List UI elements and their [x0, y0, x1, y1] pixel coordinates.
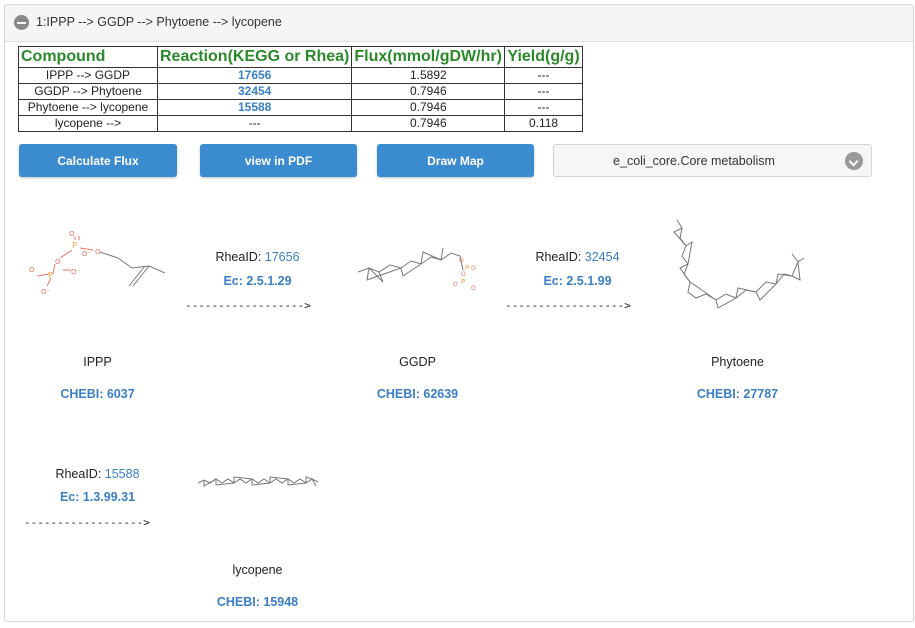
flux-cell: 0.7946: [351, 83, 506, 100]
lycopene-structure-image: [197, 476, 319, 487]
chebi-link[interactable]: CHEBI: 6037: [45, 387, 150, 401]
svg-text:O: O: [453, 281, 458, 288]
compound-name: IPPP: [83, 355, 112, 369]
table-row: Phytoene --> lycopene 15588 0.7946 ---: [18, 99, 583, 116]
reaction-link[interactable]: 32454: [156, 83, 353, 100]
reaction-link[interactable]: 15588: [156, 99, 353, 116]
svg-text:O: O: [461, 271, 466, 278]
panel-header[interactable]: 1:IPPP --> GGDP --> Phytoene --> lycopen…: [5, 5, 913, 42]
compound-cell: lycopene -->: [18, 115, 158, 132]
ec-link[interactable]: Ec: 1.3.99.31: [30, 490, 165, 504]
calculate-flux-button[interactable]: Calculate Flux: [19, 144, 177, 177]
svg-text:O⁻: O⁻: [82, 250, 92, 258]
phytoene-structure-image: [673, 219, 805, 309]
ggdp-structure-image: OOO OO PP: [357, 247, 476, 292]
yield-cell: ---: [504, 83, 583, 100]
svg-text:O: O: [459, 257, 464, 264]
compound-cell: Phytoene --> lycopene: [18, 99, 158, 116]
ippp-structure-image: OOO⁻ OO O⁻ O⁻ PP: [29, 230, 165, 296]
reaction-arrow: ------------------>: [505, 299, 631, 312]
column-header: Yield(g/g): [504, 46, 583, 68]
svg-text:P: P: [465, 264, 469, 272]
table-row: IPPP --> GGDP 17656 1.5892 ---: [18, 67, 583, 84]
svg-text:O: O: [471, 285, 476, 292]
compound-name: lycopene: [232, 563, 283, 577]
ec-link[interactable]: Ec: 2.5.1.29: [190, 274, 325, 288]
flux-cell: 1.5892: [351, 67, 506, 84]
reaction-rhea-id: RheaID: 32454: [535, 250, 620, 264]
svg-text:O: O: [69, 230, 75, 238]
yield-cell: ---: [504, 99, 583, 116]
model-select[interactable]: e_coli_core.Core metabolism: [553, 144, 872, 177]
flux-table: Compound Reaction(KEGG or Rhea) Flux(mmo…: [18, 46, 583, 132]
column-header: Reaction(KEGG or Rhea): [156, 46, 353, 68]
view-pdf-button[interactable]: view in PDF: [200, 144, 357, 177]
compound-cell: GGDP --> Phytoene: [18, 83, 158, 100]
column-header: Flux(mmol/gDW/hr): [351, 46, 506, 68]
svg-text:O⁻: O⁻: [71, 268, 81, 276]
compound-cell: IPPP --> GGDP: [18, 67, 158, 84]
reaction-arrow: ------------------>: [24, 516, 150, 529]
table-header-row: Compound Reaction(KEGG or Rhea) Flux(mmo…: [18, 46, 583, 68]
rhea-link[interactable]: 32454: [585, 250, 620, 264]
ec-link[interactable]: Ec: 2.5.1.99: [510, 274, 645, 288]
model-select-value: e_coli_core.Core metabolism: [613, 154, 775, 168]
svg-text:O: O: [55, 258, 61, 266]
svg-text:P: P: [72, 241, 77, 250]
table-row: GGDP --> Phytoene 32454 0.7946 ---: [18, 83, 583, 100]
reaction-cell: ---: [156, 115, 353, 132]
reaction-rhea-id: RheaID: 15588: [55, 467, 140, 481]
flux-cell: 0.7946: [351, 115, 506, 132]
draw-map-button[interactable]: Draw Map: [377, 144, 534, 177]
flux-cell: 0.7946: [351, 99, 506, 116]
yield-cell: 0.118: [504, 115, 583, 132]
svg-text:O: O: [29, 266, 35, 274]
rhea-link[interactable]: 17656: [265, 250, 300, 264]
chebi-link[interactable]: CHEBI: 15948: [205, 595, 310, 609]
chebi-link[interactable]: CHEBI: 62639: [365, 387, 470, 401]
svg-text:O: O: [471, 265, 476, 272]
table-row: lycopene --> --- 0.7946 0.118: [18, 115, 583, 132]
reaction-rhea-id: RheaID: 17656: [215, 250, 300, 264]
yield-cell: ---: [504, 67, 583, 84]
chebi-link[interactable]: CHEBI: 27787: [685, 387, 790, 401]
rhea-link[interactable]: 15588: [105, 467, 140, 481]
svg-text:P: P: [48, 271, 53, 280]
panel-title: 1:IPPP --> GGDP --> Phytoene --> lycopen…: [36, 15, 282, 29]
compound-name: GGDP: [399, 355, 436, 369]
svg-text:O⁻: O⁻: [41, 288, 51, 296]
reaction-arrow: ------------------>: [185, 299, 311, 312]
svg-text:P: P: [461, 278, 465, 286]
column-header: Compound: [18, 46, 158, 68]
compound-name: Phytoene: [711, 355, 764, 369]
chevron-down-icon[interactable]: [845, 152, 863, 170]
svg-text:O: O: [95, 248, 101, 256]
collapse-icon[interactable]: [14, 15, 29, 30]
reaction-link[interactable]: 17656: [156, 67, 353, 84]
